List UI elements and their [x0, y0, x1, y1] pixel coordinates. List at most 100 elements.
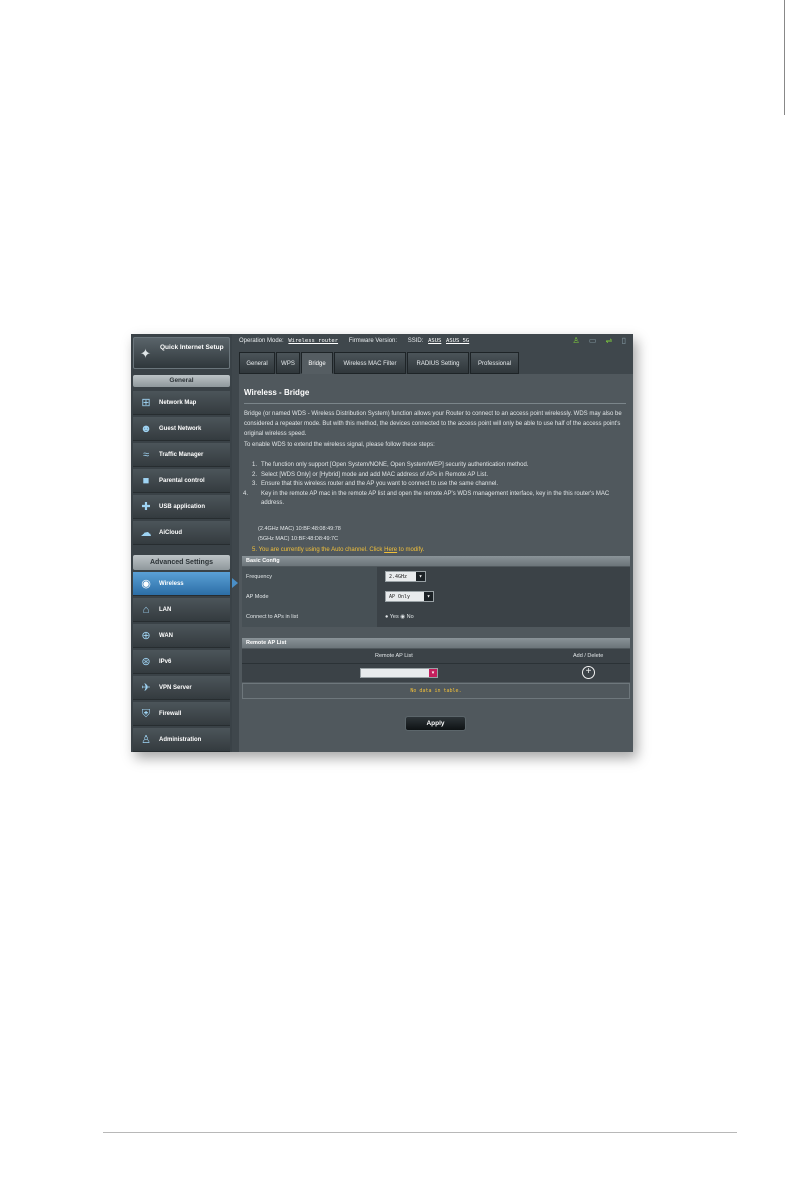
add-circle-icon[interactable]: + [582, 666, 595, 679]
tab-wireless-mac-filter[interactable]: Wireless MAC Filter [334, 352, 406, 374]
sidebar-item-network-map[interactable]: ⊞ Network Map [133, 391, 230, 415]
radio-no-label: No [406, 614, 414, 620]
tab-radius-setting[interactable]: RADIUS Setting [407, 352, 469, 374]
sidebar-item-traffic-manager[interactable]: ≈ Traffic Manager [133, 443, 230, 467]
step-text: Key in the remote AP mac in the remote A… [261, 490, 610, 507]
mac-addresses: (2.4GHz MAC) 10:BF:48:08:49:78 (5GHz MAC… [258, 524, 341, 544]
chevron-down-icon: ▾ [416, 572, 425, 581]
printer-icon[interactable]: ▯ [622, 336, 626, 345]
cloud-icon: ☁ [140, 527, 152, 539]
description-instructions: To enable WDS to extend the wireless sig… [244, 441, 435, 448]
ap-mode-value-cell: AP Only ▾ [377, 587, 630, 607]
mac-24ghz: (2.4GHz MAC) 10:BF:48:08:49:78 [258, 526, 341, 532]
usb-icon[interactable]: ⇌ [606, 336, 613, 345]
frequency-value-cell: 2.4GHz ▾ [377, 567, 630, 587]
step-number: 2. [252, 471, 258, 478]
sidebar-item-label: Parental control [159, 478, 205, 484]
remote-ap-input-row: ▾ + [242, 663, 630, 682]
sidebar-item-label: LAN [159, 607, 172, 613]
sidebar-item-aicloud[interactable]: ☁ AiCloud [133, 521, 230, 545]
lock-icon: ■ [142, 475, 150, 487]
sidebar-item-ipv6[interactable]: ⊛ IPv6 [133, 650, 230, 674]
chevron-down-icon: ▾ [429, 669, 437, 677]
radio-yes-label: Yes [389, 614, 399, 620]
ssid-label: SSID: [407, 338, 424, 344]
ap-mode-select[interactable]: AP Only ▾ [385, 591, 434, 602]
connect-aps-radio-group: ● Yes ◉ No [385, 607, 414, 627]
status-bar: Operation Mode: Wireless router Firmware… [239, 334, 633, 348]
sidebar-item-wan[interactable]: ⊕ WAN [133, 624, 230, 648]
user-status-icon[interactable]: ♙ [572, 336, 579, 345]
network-status-icon[interactable]: ▭ [589, 336, 597, 345]
sidebar-item-guest-network[interactable]: ☻ Guest Network [133, 417, 230, 441]
ap-mode-selected-value: AP Only [389, 594, 411, 600]
ssid-24-link[interactable]: ASUS [428, 338, 441, 344]
basic-config-header: Basic Config [242, 556, 630, 566]
radio-yes[interactable]: ● [385, 614, 388, 620]
step-text: Ensure that this wireless router and the… [261, 481, 499, 488]
tab-general[interactable]: General [239, 352, 275, 374]
advanced-settings-header: Advanced Settings [133, 555, 230, 570]
ap-mode-label: AP Mode [242, 587, 377, 607]
page-edge-marker [784, 0, 785, 115]
auto-channel-note: 5. You are currently using the Auto chan… [252, 545, 424, 555]
traffic-graph-icon: ≈ [142, 449, 150, 461]
col-remote-ap-list: Remote AP List [375, 653, 413, 659]
globe-icon: ⊕ [141, 630, 151, 642]
sidebar-item-parental-control[interactable]: ■ Parental control [133, 469, 230, 493]
tab-professional[interactable]: Professional [470, 352, 519, 374]
sidebar-item-vpn-server[interactable]: ✈ VPN Server [133, 676, 230, 700]
network-map-icon: ⊞ [141, 397, 151, 409]
quick-setup-label: Quick Internet Setup [160, 344, 224, 351]
sidebar-item-label: AiCloud [159, 530, 182, 536]
here-link[interactable]: Here [384, 547, 397, 553]
step-item: 3. Ensure that this wireless router and t… [252, 480, 627, 490]
admin-user-icon: ♙ [141, 734, 151, 746]
ssid-5g-link[interactable]: ASUS_5G [446, 338, 469, 344]
col-add-delete: Add / Delete [573, 653, 604, 659]
sidebar-item-label: USB application [159, 504, 206, 510]
mac-5ghz: (5GHz MAC) 10:BF:48:D8:49:7C [258, 536, 339, 542]
sidebar: ✦ Quick Internet Setup General ⊞ Network… [131, 334, 232, 752]
shield-icon: ⛨ [141, 708, 151, 720]
guest-users-icon: ☻ [140, 423, 152, 435]
step-item: 2. Select [WDS Only] or [Hybrid] mode and… [252, 471, 627, 481]
step-number: 4. [243, 490, 249, 497]
sidebar-item-firewall[interactable]: ⛨ Firewall [133, 702, 230, 726]
tab-wps[interactable]: WPS [276, 352, 300, 374]
remote-ap-select[interactable]: ▾ [360, 668, 438, 678]
operation-mode-link[interactable]: Wireless router [288, 338, 338, 344]
operation-mode-label: Operation Mode: [239, 338, 284, 344]
step-text: The function only support [Open System/N… [261, 462, 529, 468]
description-text: Bridge (or named WDS - Wireless Distribu… [244, 411, 622, 438]
ipv6-globe-icon: ⊛ [141, 656, 151, 668]
step-number: 3. [252, 481, 258, 488]
apply-button[interactable]: Apply [405, 716, 466, 731]
connect-aps-value-cell: ● Yes ◉ No [377, 607, 630, 627]
radio-no[interactable]: ◉ [400, 614, 405, 620]
sidebar-item-label: IPv6 [159, 659, 172, 665]
sidebar-item-label: Administration [159, 737, 202, 743]
vpn-icon: ✈ [141, 682, 151, 694]
sidebar-item-administration[interactable]: ♙ Administration [133, 728, 230, 752]
title-divider [244, 403, 626, 404]
page-title: Wireless - Bridge [244, 388, 310, 397]
sidebar-item-label: Guest Network [159, 426, 202, 432]
frequency-selected-value: 2.4GHz [389, 574, 408, 580]
home-icon: ⌂ [142, 604, 150, 616]
bridge-panel: Wireless - Bridge Bridge (or named WDS -… [239, 374, 633, 752]
ap-mode-row: AP Mode AP Only ▾ [242, 587, 630, 607]
connect-aps-label: Connect to APs in list [242, 607, 377, 627]
sidebar-item-wireless[interactable]: ◉ Wireless [133, 572, 230, 596]
steps-list: 1. The function only support [Open System… [243, 461, 627, 509]
remote-ap-columns: Remote AP List Add / Delete [242, 649, 630, 663]
tab-bridge[interactable]: Bridge [301, 352, 333, 374]
frequency-label: Frequency [242, 567, 377, 587]
empty-table-message: No data in table. [242, 683, 630, 699]
frequency-select[interactable]: 2.4GHz ▾ [385, 571, 426, 582]
sidebar-item-lan[interactable]: ⌂ LAN [133, 598, 230, 622]
remote-ap-list-header: Remote AP List [242, 638, 630, 648]
sidebar-item-usb-application[interactable]: ✚ USB application [133, 495, 230, 519]
quick-internet-setup-button[interactable]: ✦ Quick Internet Setup [133, 337, 230, 369]
note-number: 5. [252, 547, 258, 553]
